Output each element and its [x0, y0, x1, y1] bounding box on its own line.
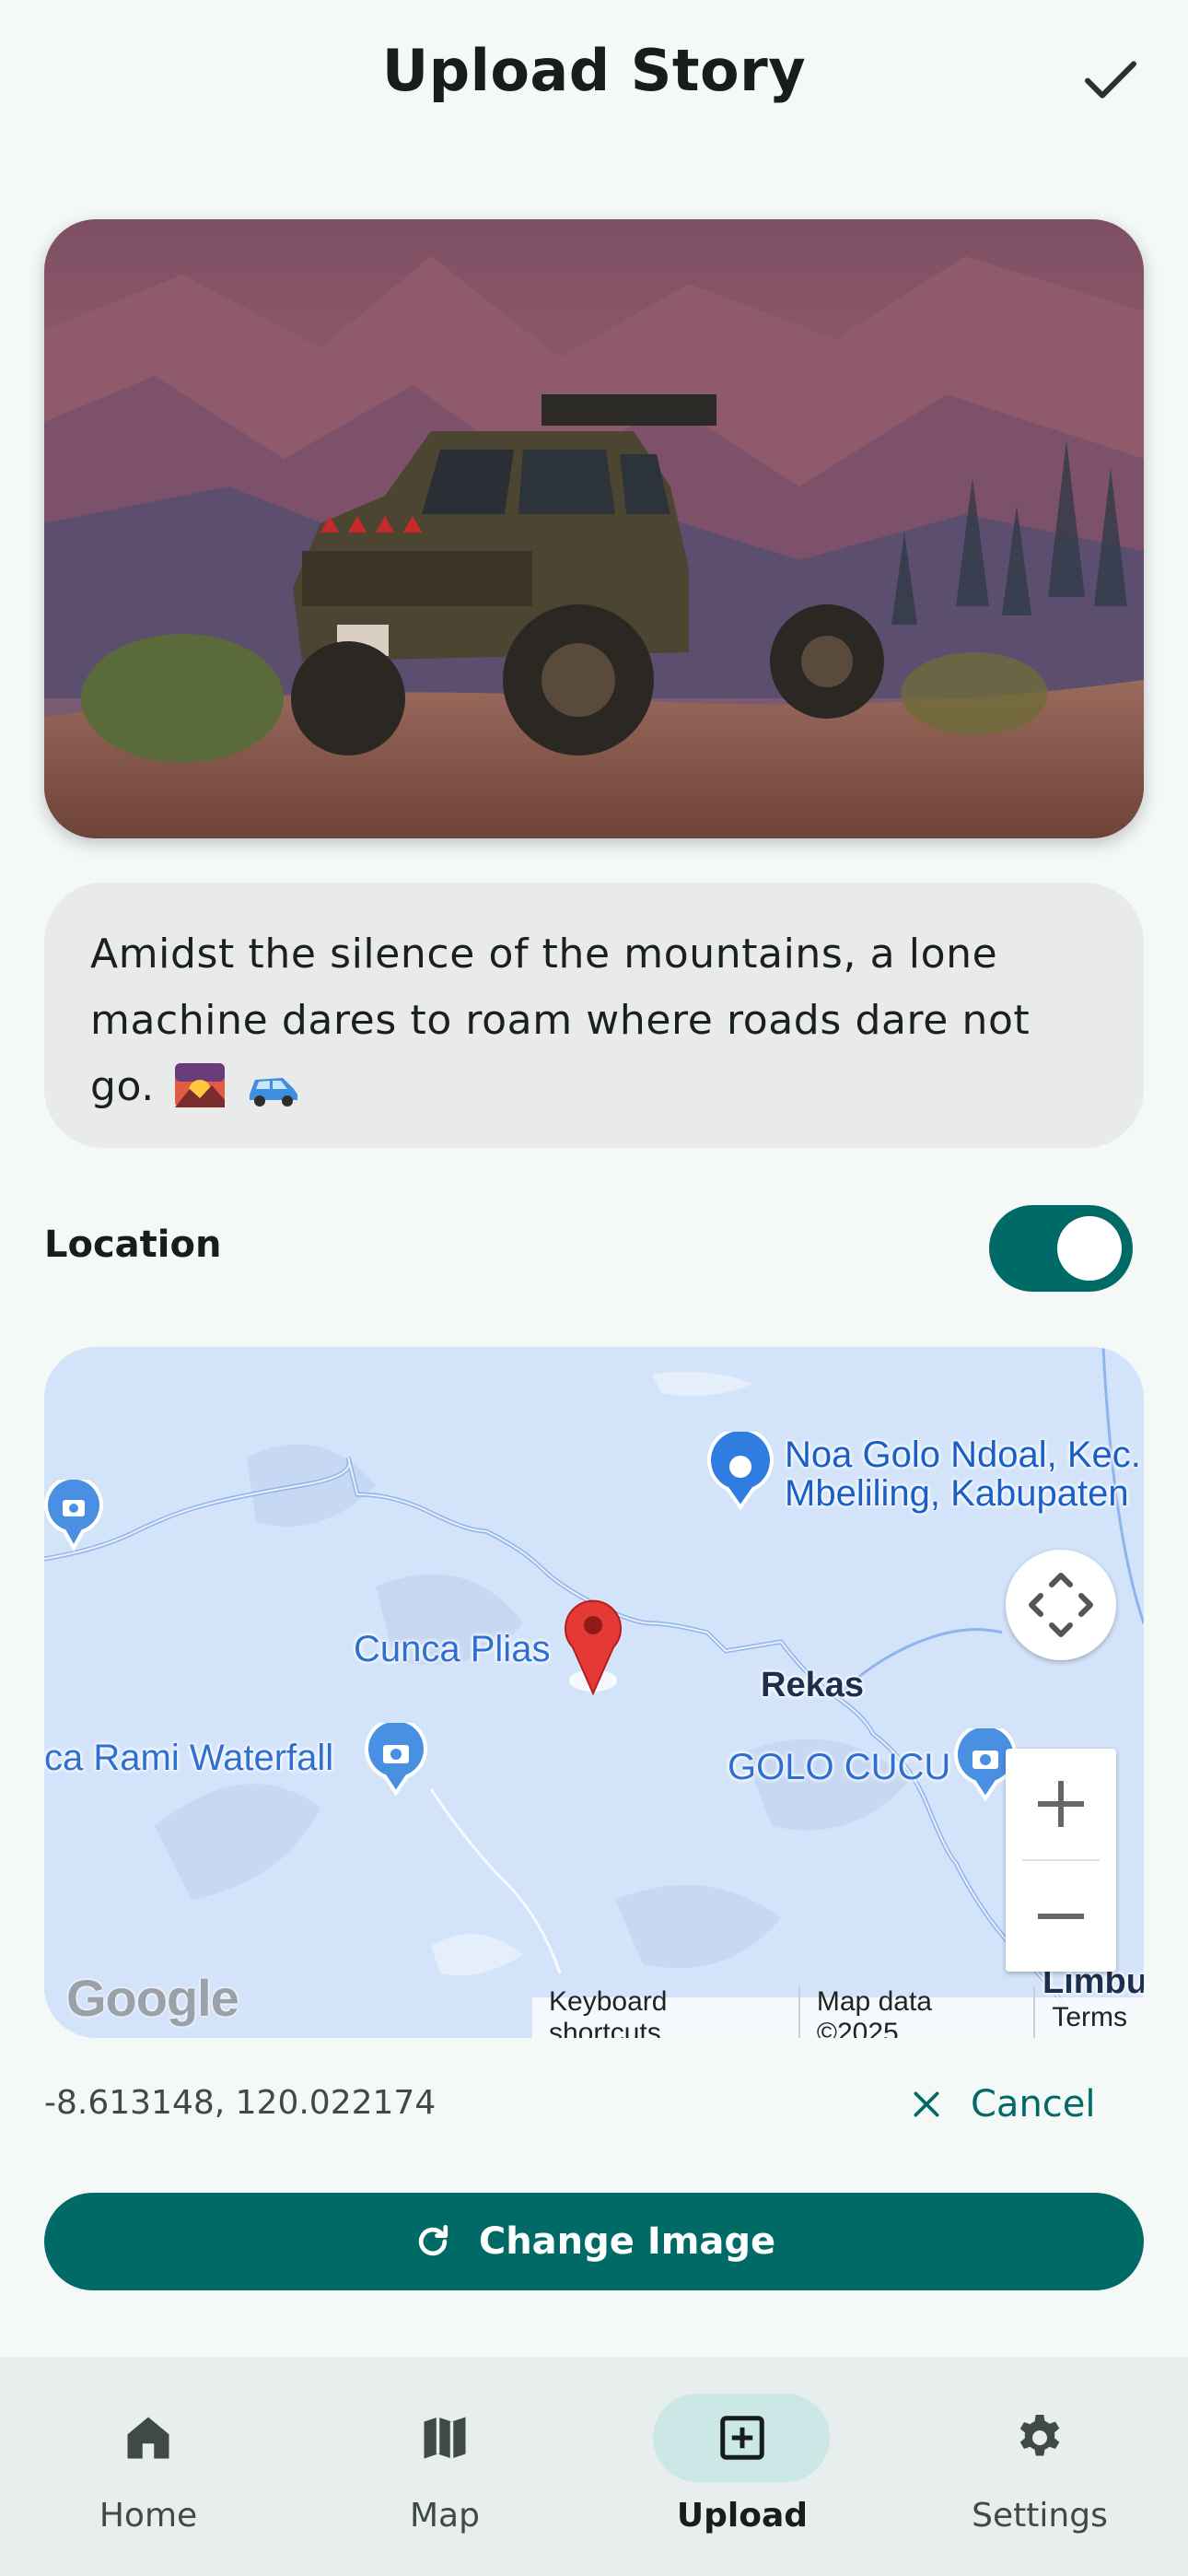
map-label-place: Noa Golo Ndoal, Kec. Mbeliling, Kabupaten — [785, 1434, 1141, 1514]
map-label-waterfall: ca Rami Waterfall — [44, 1738, 334, 1778]
nav-item-map[interactable]: Map — [297, 2357, 593, 2576]
map-icon — [424, 2417, 466, 2459]
nav-label-upload: Upload — [676, 2497, 809, 2535]
keyboard-shortcuts-link[interactable]: Keyboard shortcuts — [532, 1986, 800, 2038]
confirm-button[interactable] — [1074, 42, 1147, 116]
toggle-knob — [1057, 1216, 1122, 1281]
caption-text: Amidst the silence of the mountains, a l… — [90, 931, 1031, 1110]
google-logo: Google — [66, 1969, 239, 2027]
cancel-location-button[interactable]: Cancel — [908, 2071, 1111, 2137]
location-pin-blue-icon[interactable] — [704, 1432, 777, 1511]
nav-label-map: Map — [410, 2497, 480, 2535]
nav-item-settings[interactable]: Settings — [891, 2357, 1188, 2576]
caption-input[interactable]: Amidst the silence of the mountains, a l… — [44, 883, 1144, 1148]
sunrise-over-mountains-emoji — [175, 1061, 226, 1128]
nav-item-upload[interactable]: Upload — [594, 2357, 891, 2576]
car-emoji — [246, 1061, 299, 1128]
map-data-text: Map data ©2025 — [800, 1986, 1036, 2038]
add-box-icon — [720, 2416, 764, 2460]
selected-location-pin-icon[interactable] — [553, 1588, 634, 1695]
move-arrows-icon — [1029, 1573, 1093, 1637]
map-label-golo-cucu: GOLO CUCU — [728, 1747, 951, 1787]
nav-item-home[interactable]: Home — [0, 2357, 297, 2576]
terms-link[interactable]: Terms — [1035, 2002, 1144, 2033]
camera-poi-icon[interactable] — [361, 1723, 431, 1797]
camera-poi-icon[interactable] — [44, 1480, 109, 1553]
map-label-rekas: Rekas — [761, 1666, 864, 1704]
gear-icon — [1019, 2415, 1060, 2456]
offroad-vehicle-image — [44, 219, 1144, 838]
close-icon — [914, 2091, 939, 2117]
home-icon — [127, 2417, 169, 2459]
story-image-preview[interactable] — [44, 219, 1144, 838]
map-attribution: Keyboard shortcuts Map data ©2025 Terms — [532, 1986, 1144, 2038]
page-title: Upload Story — [381, 37, 807, 104]
nav-label-home: Home — [99, 2497, 198, 2535]
coordinates-text: -8.613148, 120.022174 — [44, 2084, 437, 2122]
map-label-cunca-plias: Cunca Plias — [354, 1629, 551, 1669]
change-image-button[interactable]: Change Image — [44, 2193, 1144, 2290]
zoom-out-button[interactable] — [1006, 1861, 1116, 1972]
minus-icon — [1038, 1914, 1084, 1919]
location-label: Location — [44, 1224, 222, 1266]
nav-label-settings: Settings — [972, 2497, 1108, 2535]
bottom-navigation: Home Map Upload Settings — [0, 2357, 1188, 2576]
zoom-controls — [1006, 1749, 1116, 1972]
plus-icon — [1038, 1781, 1084, 1827]
location-toggle[interactable] — [989, 1205, 1133, 1292]
change-image-label: Change Image — [478, 2220, 776, 2263]
cancel-label: Cancel — [971, 2083, 1096, 2125]
map-pan-button[interactable] — [1006, 1550, 1116, 1660]
top-app-bar: Upload Story — [0, 0, 1188, 157]
refresh-icon — [418, 2225, 448, 2256]
check-icon — [1085, 61, 1136, 99]
location-map[interactable]: Noa Golo Ndoal, Kec. Mbeliling, Kabupaten… — [44, 1347, 1144, 2038]
upload-story-screen: Upload Story Amidst the silence of the m… — [0, 0, 1188, 2576]
zoom-in-button[interactable] — [1006, 1749, 1116, 1859]
